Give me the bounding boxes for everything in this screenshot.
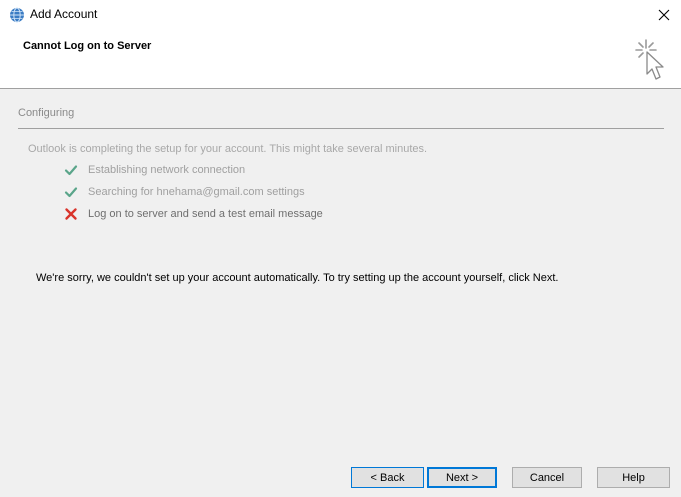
intro-text: Outlook is completing the setup for your… (28, 143, 428, 155)
close-icon (658, 9, 670, 21)
step-network: Establishing network connection (64, 162, 245, 178)
error-message: We're sorry, we couldn't set up your acc… (36, 272, 559, 284)
close-button[interactable] (647, 0, 681, 30)
wizard-header: Cannot Log on to Server (0, 30, 681, 89)
cursor-click-icon (635, 39, 664, 80)
help-button[interactable]: Help (597, 467, 670, 488)
cancel-button[interactable]: Cancel (512, 467, 582, 488)
step-label: Searching for hnehama@gmail.com settings (88, 186, 305, 198)
next-button[interactable]: Next > (427, 467, 497, 488)
section-title: Configuring (18, 107, 75, 119)
error-x-icon (65, 208, 77, 220)
step-search-settings: Searching for hnehama@gmail.com settings (64, 184, 305, 200)
page-title: Cannot Log on to Server (23, 40, 152, 52)
step-label: Log on to server and send a test email m… (88, 208, 323, 220)
step-logon-test: Log on to server and send a test email m… (64, 206, 323, 222)
step-label: Establishing network connection (88, 164, 246, 176)
window-title: Add Account (30, 7, 98, 21)
checkmark-icon (64, 187, 78, 198)
checkmark-icon (64, 165, 78, 176)
back-button[interactable]: < Back (351, 467, 424, 488)
outlook-globe-icon (10, 7, 24, 23)
section-divider (18, 128, 664, 129)
title-bar: Add Account (0, 0, 681, 30)
